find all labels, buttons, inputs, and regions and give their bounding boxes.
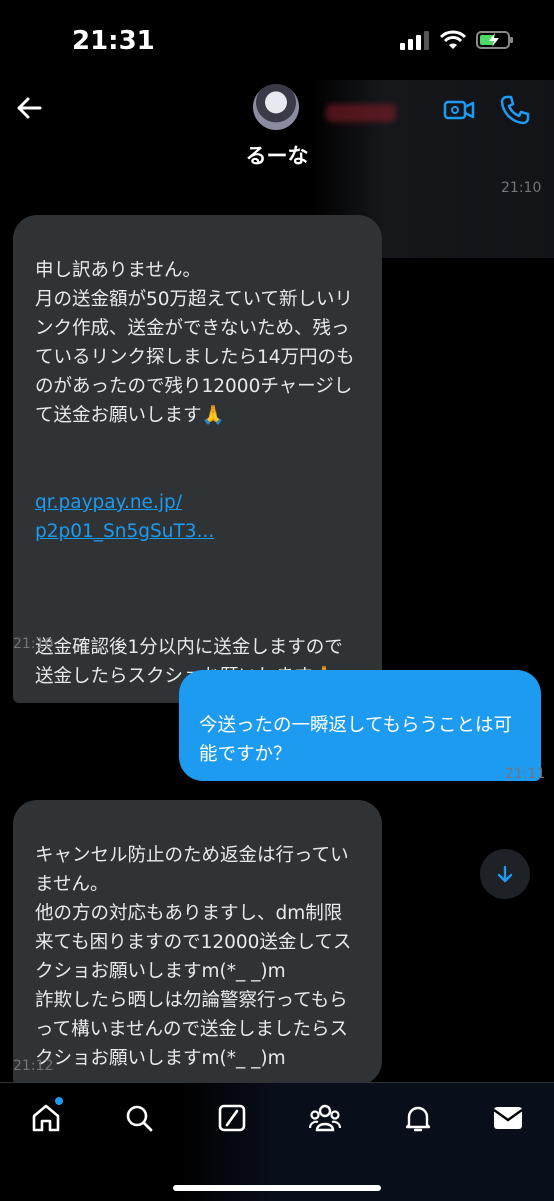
bottom-tab-bar: [0, 1082, 554, 1201]
notification-dot: [55, 1097, 63, 1105]
tab-communities[interactable]: [308, 1101, 342, 1135]
home-indicator: [173, 1185, 381, 1191]
outgoing-message-bubble[interactable]: 今送ったの一瞬返してもらうことは可能ですか？: [179, 670, 541, 781]
back-arrow-icon[interactable]: [14, 92, 46, 124]
wifi-icon: [440, 30, 466, 50]
status-icons: [400, 30, 514, 50]
bell-icon: [403, 1103, 433, 1133]
incoming-message-bubble[interactable]: 申し訳ありません。 月の送金額が50万超えていて新しいリンク作成、送金ができない…: [13, 215, 382, 703]
video-call-icon[interactable]: [443, 94, 475, 126]
tab-home[interactable]: [29, 1101, 63, 1135]
message-timestamp: 21:10: [501, 180, 542, 196]
cellular-signal-icon: [400, 30, 430, 50]
message-timestamp: 21:11: [505, 766, 546, 782]
envelope-icon: [492, 1104, 524, 1132]
contact-avatar[interactable]: [253, 84, 299, 130]
communities-icon: [308, 1103, 342, 1133]
paypay-link[interactable]: qr.paypay.ne.jp/ p2p01_Sn5gSuT3...: [35, 488, 360, 546]
blurred-badge: [326, 104, 396, 122]
tab-notifications[interactable]: [401, 1101, 435, 1135]
phone-call-icon[interactable]: [499, 94, 531, 126]
message-timestamp: 21:10: [13, 636, 54, 652]
grok-icon: [217, 1103, 247, 1133]
tab-search[interactable]: [122, 1101, 156, 1135]
message-text: キャンセル防止のため返金は行っていません。 他の方の対応もありますし、dm制限来…: [35, 845, 352, 1069]
home-icon: [31, 1103, 61, 1133]
scroll-to-bottom-button[interactable]: [480, 849, 530, 899]
tab-messages[interactable]: [491, 1101, 525, 1135]
arrow-down-icon: [495, 864, 515, 884]
status-bar: 21:31: [0, 0, 554, 80]
contact-name[interactable]: るーな: [0, 140, 554, 170]
tab-grok[interactable]: [215, 1101, 249, 1135]
search-icon: [124, 1103, 154, 1133]
message-timestamp: 21:12: [13, 1058, 54, 1074]
message-text: 今送ったの一瞬返してもらうことは可能ですか？: [199, 715, 513, 765]
status-time: 21:31: [72, 26, 155, 56]
conversation-header: るーな: [0, 80, 554, 258]
message-text: 申し訳ありません。 月の送金額が50万超えていて新しいリンク作成、送金ができない…: [35, 260, 355, 426]
battery-charging-icon: [476, 30, 514, 50]
incoming-message-bubble[interactable]: キャンセル防止のため返金は行っていません。 他の方の対応もありますし、dm制限来…: [13, 800, 382, 1085]
